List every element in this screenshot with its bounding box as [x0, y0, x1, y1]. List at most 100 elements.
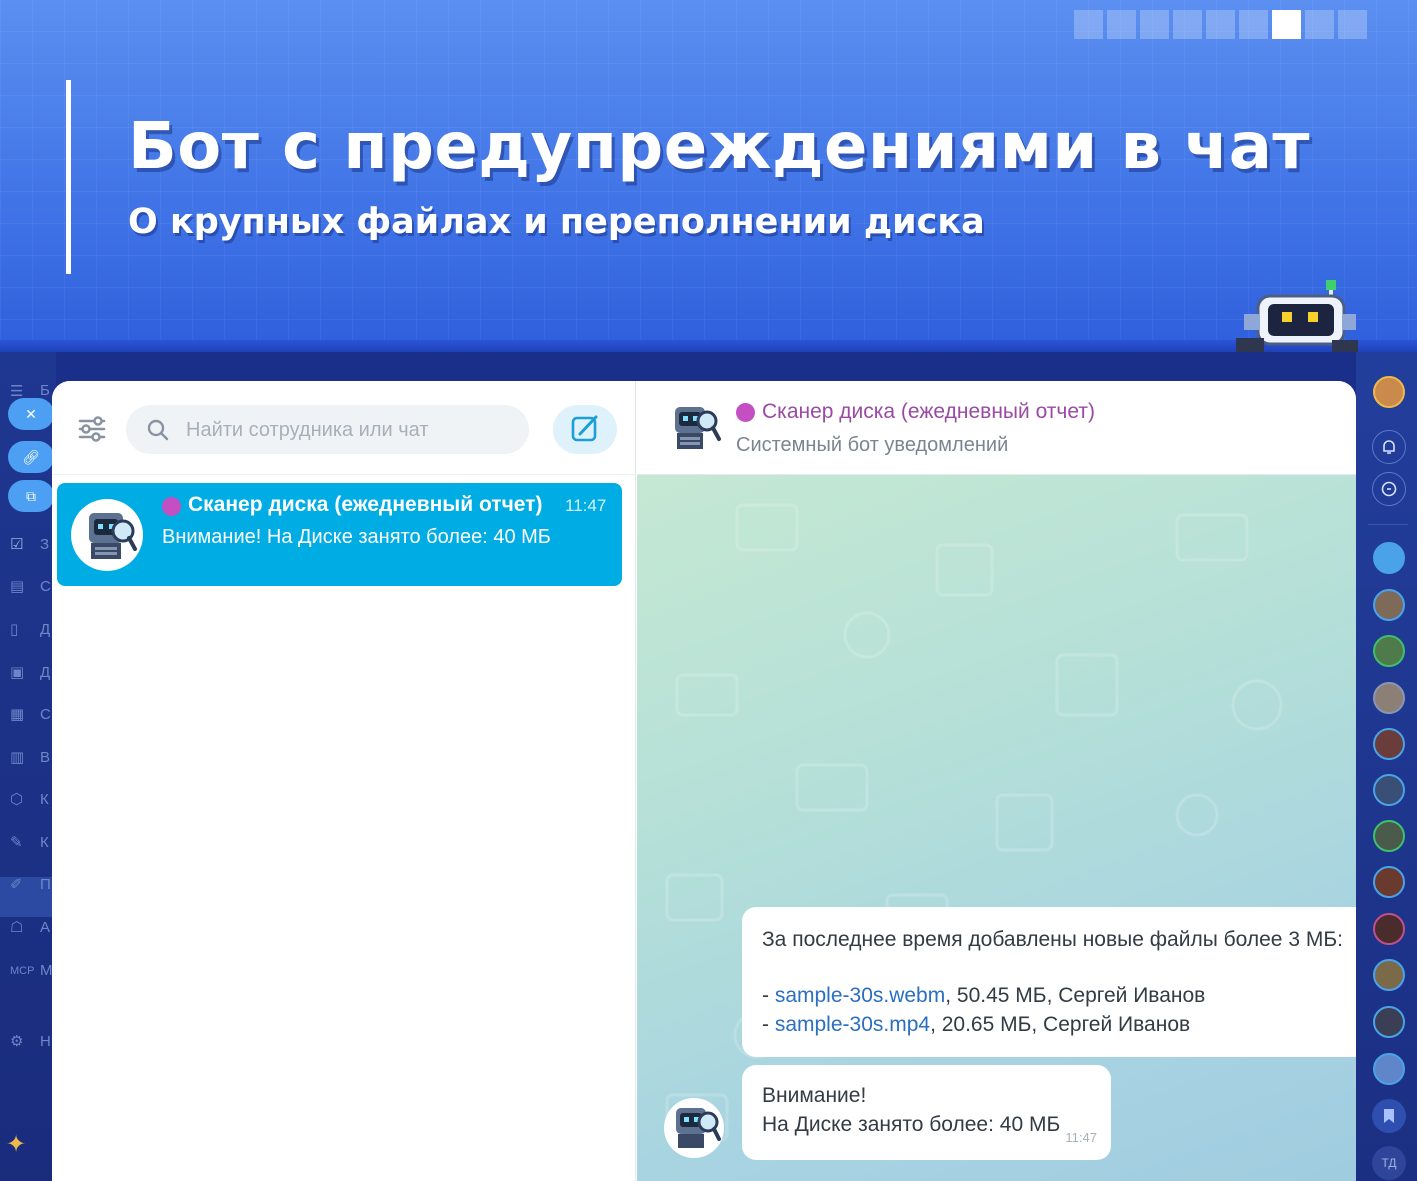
message-time: 11:47 [1065, 1130, 1097, 1145]
sidebar-letter: З [40, 536, 50, 553]
bot-avatar [71, 499, 143, 571]
file-details: , 50.45 МБ, Сергей Иванов [945, 984, 1206, 1007]
conversation-subtitle: Системный бот уведомлений [736, 434, 1009, 456]
messenger-window: Найти сотрудника или чат Сканер диска (е… [52, 381, 1356, 1181]
file-details: , 20.65 МБ, Сергей Иванов [930, 1013, 1191, 1036]
file-link[interactable]: sample-30s.webm [775, 984, 945, 1007]
message-text: Внимание! [762, 1084, 867, 1107]
message-sender-avatar[interactable] [664, 1098, 724, 1158]
sidebar-letter: А [40, 919, 51, 936]
contact-avatar[interactable] [1373, 913, 1405, 945]
disk-scanner-bot-icon [676, 1108, 721, 1148]
search-placeholder: Найти сотрудника или чат [186, 419, 429, 441]
contact-avatar[interactable] [1373, 774, 1405, 806]
chat-item-time: 11:47 [565, 496, 607, 515]
banner-accent-bar [66, 80, 71, 274]
sidebar-letter: Н [40, 1033, 51, 1050]
sidebar-letter: Д [40, 664, 51, 681]
chat-avatar-group[interactable] [1373, 542, 1405, 574]
sidebar-letter: В [40, 749, 51, 766]
sidebar-letter: С [40, 578, 51, 595]
file-list-item: - sample-30s.mp4, 20.65 МБ, Сергей Ивано… [762, 1010, 1356, 1039]
link-icon: 🔗︎ [22, 448, 40, 465]
sidebar-letter: П [40, 876, 51, 893]
settings-icon[interactable]: ⚙ [10, 1032, 30, 1052]
message-bubble: За последнее время добавлены новые файлы… [742, 907, 1356, 1057]
app-sidebar: ☰ Б ✕ 🔗︎ ⧉ ☑ З ▤ С ▯ Д ▣ Д ▦ С ▥ В ⬡ К ✎… [0, 352, 56, 1181]
conversation-title: Сканер диска (ежедневный отчет) [762, 400, 1095, 423]
document-icon[interactable]: ▯ [10, 620, 30, 640]
sidebar-letter: Д [40, 621, 51, 638]
building-icon[interactable]: ▤ [10, 577, 30, 597]
bot-icon[interactable]: ☖ [10, 918, 30, 938]
sidebar-letter: Б [40, 382, 50, 399]
calendar-icon[interactable]: ▦ [10, 705, 30, 725]
ai-assistant-icon[interactable]: ✦ [6, 1133, 26, 1157]
bot-badge-icon [736, 403, 755, 422]
contact-avatar[interactable] [1373, 682, 1405, 714]
search-chats-button[interactable] [1372, 472, 1406, 506]
bot-badge-icon [162, 497, 181, 516]
sidebar-letter: К [40, 791, 49, 808]
right-rail-divider [1368, 524, 1408, 525]
message-text: На Диске занято более: 40 МБ [762, 1113, 1061, 1136]
promo-banner: Бот с предупреждениями в чат О крупных ф… [0, 0, 1417, 352]
bookmarks-button[interactable] [1372, 1099, 1406, 1133]
pencil-icon[interactable]: ✐ [10, 875, 30, 895]
mcp-label[interactable]: MCP [10, 961, 34, 981]
chat-item-name: Сканер диска (ежедневный отчет) [188, 493, 543, 516]
chat-list-header: Найти сотрудника или чат [52, 381, 636, 475]
disk-scanner-bot-icon [675, 407, 721, 449]
contact-avatar[interactable] [1373, 728, 1405, 760]
compose-icon [571, 415, 598, 442]
conversation-header[interactable]: Сканер диска (ежедневный отчет) Системны… [637, 381, 1356, 475]
bookmark-icon [1384, 1109, 1394, 1123]
close-icon: ✕ [25, 405, 37, 422]
notifications-button[interactable] [1372, 430, 1406, 464]
contact-avatar[interactable] [1373, 959, 1405, 991]
contact-avatar[interactable] [1373, 820, 1405, 852]
banner-tiles-decoration [1074, 10, 1367, 39]
list-dash: - [762, 984, 775, 1007]
chat-list-panel: Найти сотрудника или чат Сканер диска (е… [52, 381, 636, 1181]
banner-bottom-stripe [0, 340, 1417, 352]
hexagon-icon[interactable]: ⬡ [10, 790, 30, 810]
external-link-icon: ⧉ [26, 487, 36, 504]
contact-avatar[interactable] [1373, 589, 1405, 621]
chart-icon[interactable]: ▥ [10, 748, 30, 768]
sidebar-letter: К [40, 834, 49, 851]
file-list-item: - sample-30s.webm, 50.45 МБ, Сергей Иван… [762, 981, 1356, 1010]
tasks-icon[interactable]: ☑ [10, 535, 30, 555]
contact-avatar[interactable] [1373, 866, 1405, 898]
chat-search-icon [1381, 481, 1397, 497]
robot-mascot-icon [1236, 280, 1358, 352]
filter-icon[interactable] [72, 411, 112, 447]
contact-avatar[interactable] [1373, 1053, 1405, 1085]
sidebar-letter: М [40, 962, 53, 979]
search-icon [147, 419, 169, 441]
chat-item-preview: Внимание! На Диске занято более: 40 МБ [162, 526, 551, 548]
user-initials-avatar[interactable]: ТД [1372, 1146, 1406, 1180]
search-input[interactable]: Найти сотрудника или чат [126, 405, 529, 454]
right-sidebar: ТД [1356, 352, 1417, 1181]
conversation-panel: Сканер диска (ежедневный отчет) Системны… [637, 381, 1356, 1181]
close-panel-button[interactable]: ✕ [8, 398, 54, 430]
list-dash: - [762, 1013, 775, 1036]
message-text: За последнее время добавлены новые файлы… [762, 928, 1343, 951]
sidebar-letter: С [40, 706, 51, 723]
open-external-button[interactable]: ⧉ [8, 480, 54, 512]
bell-icon [1383, 440, 1395, 454]
disk-scanner-bot-icon [89, 513, 137, 559]
banner-title: Бот с предупреждениями в чат [128, 110, 1310, 184]
contact-avatar[interactable] [1373, 635, 1405, 667]
banner-subtitle: О крупных файлах и переполнении диска [128, 202, 985, 242]
contact-avatar[interactable] [1373, 1006, 1405, 1038]
chat-list-item[interactable]: Сканер диска (ежедневный отчет) 11:47 Вн… [57, 483, 622, 586]
message-area: За последнее время добавлены новые файлы… [637, 475, 1356, 1181]
profile-avatar[interactable] [1373, 376, 1405, 408]
edit-doc-icon[interactable]: ✎ [10, 833, 30, 853]
file-link[interactable]: sample-30s.mp4 [775, 1013, 930, 1036]
board-icon[interactable]: ▣ [10, 663, 30, 683]
copy-link-button[interactable]: 🔗︎ [8, 441, 54, 473]
new-chat-button[interactable] [553, 405, 617, 454]
